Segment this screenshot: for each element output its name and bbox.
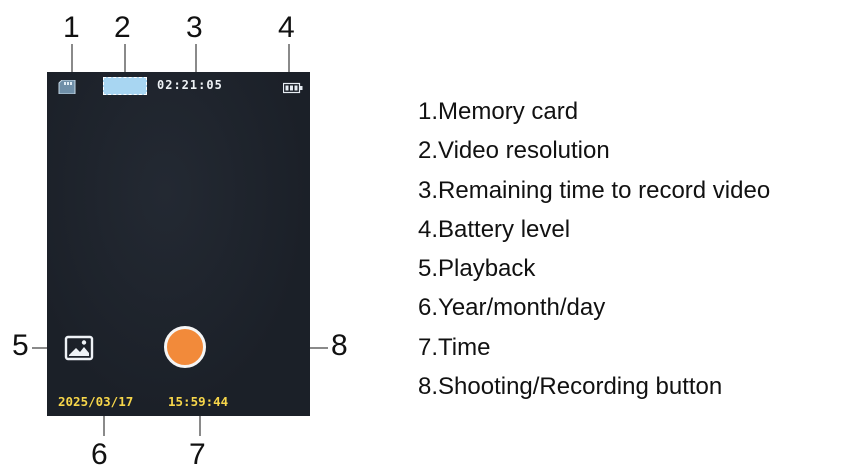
callout-4: 4 (278, 11, 295, 44)
legend-item-playback: 5.Playback (418, 255, 536, 283)
video-resolution-badge (103, 77, 147, 95)
callout-5: 5 (12, 329, 29, 362)
callout-8: 8 (331, 329, 348, 362)
callout-1: 1 (63, 11, 80, 44)
record-button[interactable] (164, 326, 206, 368)
legend-item-memory-card: 1.Memory card (418, 98, 579, 125)
playback-image-icon[interactable] (64, 335, 94, 361)
legend-item-remaining-time: 3.Remaining time to record video (418, 176, 771, 204)
leader-line-1 (71, 44, 73, 74)
time-stamp: 15:59:44 (168, 394, 229, 409)
callout-7: 7 (189, 438, 206, 471)
callout-2: 2 (114, 11, 131, 44)
legend-item-video-resolution: 2.Video resolution (418, 137, 610, 165)
remaining-record-time: 02:21:05 (157, 78, 223, 92)
legend-item-battery-level: 4.Battery level (418, 215, 571, 243)
battery-icon (283, 82, 303, 94)
date-stamp: 2025/03/17 (58, 394, 134, 409)
callout-3: 3 (186, 11, 203, 44)
legend-item-date: 6.Year/month/day (418, 294, 606, 322)
legend-list: 1.Memory card 2.Video resolution 3.Remai… (418, 92, 770, 406)
legend-item-record-button: 8.Shooting/Recording button (418, 373, 723, 401)
sd-card-icon (58, 80, 76, 94)
legend-item-time: 7.Time (418, 333, 491, 361)
camera-screen: 02:21:05 2025/03/17 15:59:44 (47, 72, 310, 416)
callout-6: 6 (91, 438, 108, 471)
